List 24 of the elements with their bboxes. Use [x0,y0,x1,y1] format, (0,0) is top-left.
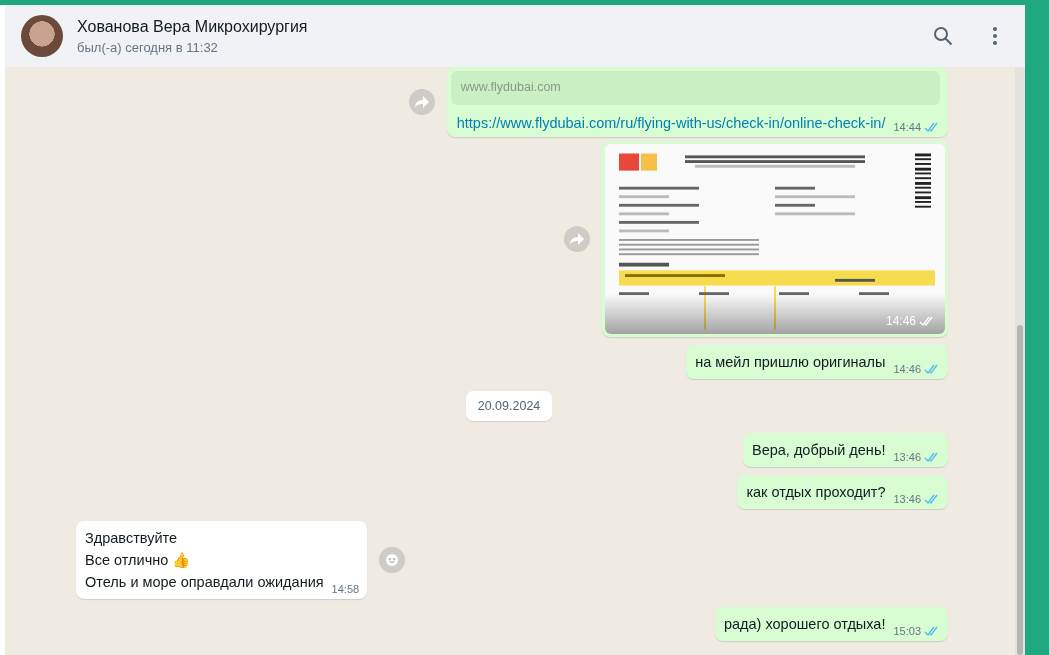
message-text: Здравствуйте Все отлично 👍 Отель и море оправдали ожидания [85,529,324,592]
last-seen-status: был(-а) сегодня в 11:32 [77,39,219,55]
message-text: на мейл пришлю оригиналы [695,353,886,372]
message-time: 14:46 [893,363,921,375]
message-text: Вера, добрый день! [752,441,886,460]
message-text: рада) хорошего отдыха! [723,615,886,634]
message-time: 14:46 [885,314,916,328]
link-preview[interactable]: www.flydubai.com [450,71,940,105]
search-icon [933,26,953,46]
message-time: 14:58 [331,583,360,595]
message-time: 13:46 [893,451,921,463]
url-link[interactable]: https://www.flydubai.com/ru/flying-with-us/check-in/online-check-in/ [456,115,886,131]
message-text: как отдых проходит? [746,483,886,502]
message-time: 14:44 [893,121,921,133]
forward-arrow-icon [413,95,430,109]
forward-arrow-icon [569,232,585,246]
menu-icon [993,27,997,45]
avatar[interactable] [21,15,63,57]
message-time: 13:46 [893,493,921,505]
message-time: 15:03 [893,625,921,637]
image-message-bubble[interactable]: 14:46 [602,141,948,337]
smiley-icon [385,553,400,567]
preview-site: www.flydubai.com [460,80,561,94]
contact-name: Хованова Вера Микрохирургия [77,17,309,36]
